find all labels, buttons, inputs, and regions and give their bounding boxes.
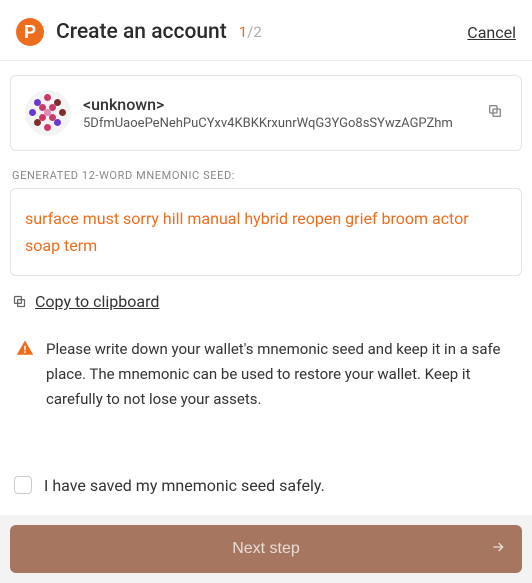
copy-address-button[interactable] <box>483 99 507 127</box>
warning-row: Please write down your wallet's mnemonic… <box>16 337 518 411</box>
saved-seed-label: I have saved my mnemonic seed safely. <box>44 476 325 495</box>
header: P Create an account 1/2 Cancel <box>0 0 532 61</box>
confirm-row: I have saved my mnemonic seed safely. <box>14 476 522 495</box>
app-logo: P <box>16 18 44 46</box>
step-total: /2 <box>247 23 262 41</box>
content: <unknown> 5DfmUaoePeNehPuCYxv4KBKKrxunrW… <box>0 61 532 495</box>
identicon <box>25 90 71 136</box>
step-current: 1 <box>239 23 247 41</box>
saved-seed-checkbox[interactable] <box>14 476 32 494</box>
step-indicator: 1/2 <box>239 23 262 41</box>
warning-text: Please write down your wallet's mnemonic… <box>46 337 518 411</box>
account-info: <unknown> 5DfmUaoePeNehPuCYxv4KBKKrxunrW… <box>83 95 471 131</box>
copy-icon <box>487 103 503 119</box>
copy-to-clipboard-label: Copy to clipboard <box>35 292 159 311</box>
account-address: 5DfmUaoePeNehPuCYxv4KBKKrxunrWqG3YGo8sSY… <box>83 116 471 131</box>
arrow-right-icon <box>490 539 506 560</box>
clipboard-icon <box>12 294 27 309</box>
next-step-button[interactable]: Next step <box>10 525 522 573</box>
footer: Next step <box>0 515 532 583</box>
next-step-label: Next step <box>232 540 300 558</box>
page-title: Create an account <box>56 20 227 44</box>
seed-label: GENERATED 12-WORD MNEMONIC SEED: <box>12 169 522 182</box>
cancel-link[interactable]: Cancel <box>467 23 516 42</box>
account-name: <unknown> <box>83 95 471 114</box>
account-card: <unknown> 5DfmUaoePeNehPuCYxv4KBKKrxunrW… <box>10 75 522 151</box>
copy-to-clipboard-button[interactable]: Copy to clipboard <box>12 292 522 311</box>
warning-icon <box>16 339 34 411</box>
mnemonic-seed: surface must sorry hill manual hybrid re… <box>10 188 522 276</box>
